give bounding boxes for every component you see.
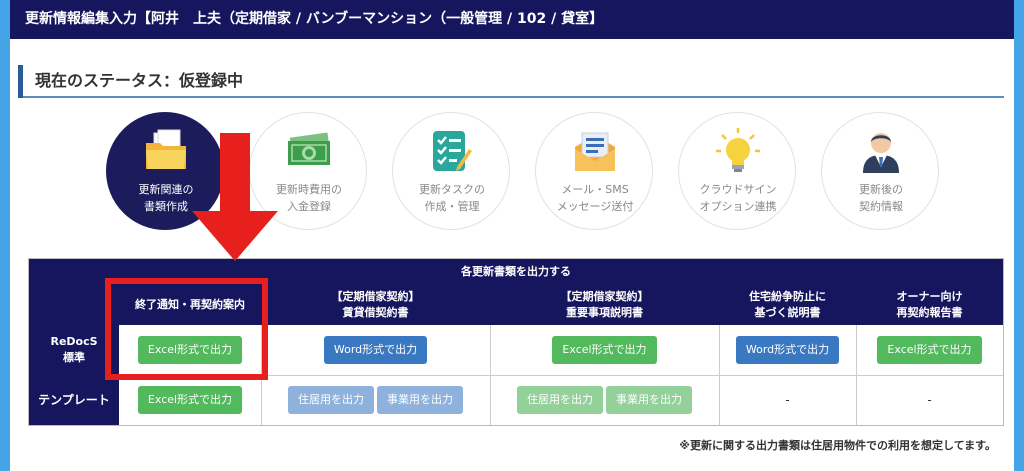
business-output-button[interactable]: 事業用を出力 (606, 386, 692, 414)
column-header: 【定期借家契約】 重要事項説明書 (490, 285, 719, 325)
folder-icon (142, 127, 190, 175)
excel-output-button[interactable]: Excel形式で出力 (877, 336, 982, 364)
table-cell: Excel形式で出力 (119, 375, 261, 425)
status-accent-bar (18, 65, 23, 98)
word-output-button[interactable]: Word形式で出力 (323, 336, 428, 364)
status-header: 現在のステータス：仮登録中 (18, 65, 1004, 98)
highlight-box (105, 278, 268, 380)
column-header: オーナー向け 再契約報告書 (856, 285, 1003, 325)
row-header-template: テンプレート (29, 375, 119, 425)
step-mail-sms[interactable]: メール・SMS メッセージ送付 (535, 112, 653, 230)
step-cloud-sign[interactable]: クラウドサイン オプション連携 (678, 112, 796, 230)
envelope-icon (571, 127, 619, 175)
step-label: クラウドサイン オプション連携 (699, 183, 777, 213)
empty-cell: - (785, 393, 790, 407)
column-header: 【定期借家契約】 賃貸借契約書 (261, 285, 490, 325)
business-output-button[interactable]: 事業用を出力 (377, 386, 463, 414)
empty-cell: - (927, 393, 932, 407)
window-title: 更新情報編集入力【阿井 上夫（定期借家 / バンブーマンション（一般管理 / 1… (10, 0, 1014, 39)
excel-output-button[interactable]: Excel形式で出力 (137, 386, 243, 414)
step-task-management[interactable]: 更新タスクの 作成・管理 (392, 112, 510, 230)
table-cell: Word形式で出力 (261, 325, 490, 375)
status-text: 現在のステータス：仮登録中 (35, 71, 244, 90)
table-cell: 住居用を出力 事業用を出力 (261, 375, 490, 425)
excel-output-button[interactable]: Excel形式で出力 (552, 336, 657, 364)
lightbulb-icon (714, 127, 762, 175)
residential-output-button[interactable]: 住居用を出力 (288, 386, 374, 414)
residential-output-button[interactable]: 住居用を出力 (517, 386, 603, 414)
footnote: ※更新に関する出力書類は住居用物件での利用を想定してます。 (679, 439, 996, 452)
word-output-button[interactable]: Word形式で出力 (735, 336, 840, 364)
table-cell: 住居用を出力 事業用を出力 (490, 375, 719, 425)
window: 更新情報編集入力【阿井 上夫（定期借家 / バンブーマンション（一般管理 / 1… (10, 0, 1014, 471)
step-label: 更新タスクの 作成・管理 (419, 183, 485, 213)
checklist-icon (428, 127, 476, 175)
table-cell: Excel形式で出力 (856, 325, 1003, 375)
businessman-icon (857, 127, 905, 175)
column-header: 住宅紛争防止に 基づく説明書 (719, 285, 856, 325)
table-cell: Excel形式で出力 (490, 325, 719, 375)
step-label: メール・SMS メッセージ送付 (556, 183, 634, 213)
banknote-icon (285, 127, 333, 175)
table-cell: Word形式で出力 (719, 325, 856, 375)
step-contract-info[interactable]: 更新後の 契約情報 (821, 112, 939, 230)
step-label: 更新後の 契約情報 (859, 183, 903, 213)
down-arrow-icon (192, 133, 278, 261)
